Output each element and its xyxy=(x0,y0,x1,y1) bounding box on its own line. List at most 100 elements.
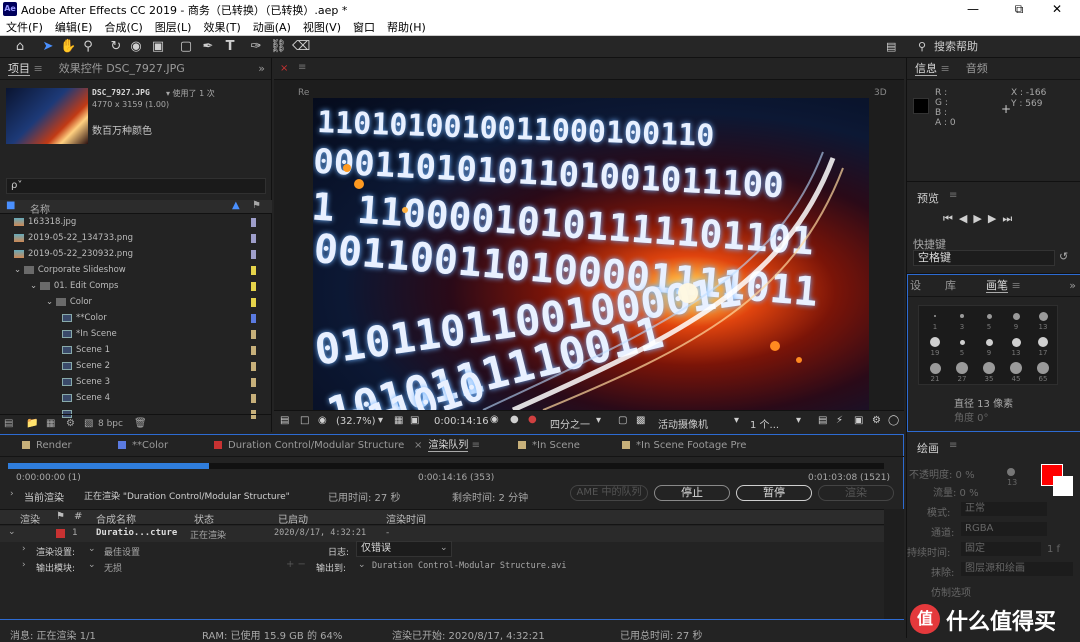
camera-icon[interactable]: ◉ xyxy=(128,39,144,55)
project-search-input[interactable]: ρ˅ xyxy=(6,178,266,194)
region-icon[interactable]: ▣ xyxy=(410,415,419,426)
label-swatch[interactable] xyxy=(251,282,256,291)
bpc-label[interactable]: 8 bpc xyxy=(98,415,123,433)
usage-count[interactable]: ▾ 使用了 1 次 xyxy=(166,88,215,99)
shortcut-dropdown[interactable]: 空格键 xyxy=(913,250,1055,266)
paint-menu-icon[interactable]: ≡ xyxy=(949,440,957,451)
brush-preset[interactable]: 9 xyxy=(977,334,1001,358)
list-item[interactable]: ⌄ 01. Edit Comps xyxy=(0,278,272,294)
new-folder-icon[interactable]: 📁 xyxy=(26,415,38,433)
label-swatch[interactable] xyxy=(251,362,256,371)
chevron-down-icon[interactable]: ⌄ xyxy=(30,281,40,291)
menu-icon[interactable]: ≡ xyxy=(298,62,306,73)
menu-window[interactable]: 窗口 xyxy=(353,19,375,35)
tab-info[interactable]: 信息 ≡ xyxy=(907,58,958,80)
composition-canvas[interactable]: 1101010010011000100110 00011010101101001… xyxy=(313,98,869,410)
tab-library[interactable]: 库 xyxy=(937,275,964,297)
views-chevron-icon[interactable]: ▾ xyxy=(796,415,801,426)
menu-composition[interactable]: 合成(C) xyxy=(104,19,142,35)
duration-frames[interactable]: 1 f xyxy=(1047,544,1060,555)
next-frame-icon[interactable]: ▶ xyxy=(988,212,1002,225)
panel-overflow-icon[interactable]: » xyxy=(1069,279,1080,292)
duration-dropdown[interactable]: 固定 xyxy=(961,542,1041,556)
close-icon[interactable]: ✕ xyxy=(1034,0,1080,18)
add-remove-output-icon[interactable]: + − xyxy=(286,559,306,570)
erase-dropdown[interactable]: 图层源和绘画 xyxy=(961,562,1073,576)
play-icon[interactable]: ▶ xyxy=(973,212,987,225)
label-column-icon[interactable]: ■ xyxy=(6,200,15,211)
fast-preview-icon[interactable]: ⚡ xyxy=(836,415,843,426)
menu-file[interactable]: 文件(F) xyxy=(6,19,43,35)
list-item[interactable]: ⌄ Color xyxy=(0,294,272,310)
menu-layer[interactable]: 图层(L) xyxy=(155,19,192,35)
brush-preset[interactable]: 17 xyxy=(1031,334,1055,358)
brush-preset[interactable]: 13 xyxy=(1031,308,1055,332)
brush-preset[interactable]: 21 xyxy=(923,360,947,384)
label-swatch[interactable] xyxy=(251,378,256,387)
monitor-icon[interactable]: ▤ xyxy=(280,415,289,426)
list-item[interactable]: 2019-05-22_230932.png xyxy=(0,246,272,262)
pan-behind-icon[interactable]: ▣ xyxy=(150,39,166,55)
expand-arrow-icon[interactable]: ⌄ xyxy=(8,527,16,537)
tab-in-scene[interactable]: *In Scene xyxy=(518,435,580,457)
prev-frame-icon[interactable]: ◀ xyxy=(959,212,973,225)
list-item[interactable]: 163318.jpg xyxy=(0,214,272,230)
column-started[interactable]: 已启动 xyxy=(278,511,308,526)
menu-animation[interactable]: 动画(A) xyxy=(253,19,291,35)
scrollbar[interactable] xyxy=(884,509,904,619)
brush-preset[interactable]: 13 xyxy=(1004,334,1028,358)
mode-dropdown[interactable]: 正常 xyxy=(961,502,1047,516)
column-comp-name[interactable]: 合成名称 xyxy=(96,511,136,526)
paint-opacity[interactable]: 不透明度: 0 % xyxy=(909,466,975,481)
brush-preset[interactable]: 35 xyxy=(977,360,1001,384)
label-swatch[interactable] xyxy=(251,266,256,275)
ame-queue-button[interactable]: AME 中的队列 xyxy=(570,485,648,501)
stop-button[interactable]: 停止 xyxy=(654,485,730,501)
menu-effect[interactable]: 效果(T) xyxy=(203,19,240,35)
tab-brushes[interactable]: 画笔 ≡ xyxy=(978,275,1029,297)
close-tab-icon[interactable]: × xyxy=(280,63,288,74)
reset-exposure-icon[interactable]: ◯ xyxy=(888,415,899,426)
list-item[interactable]: Scene 2 xyxy=(0,358,272,374)
label-swatch[interactable] xyxy=(251,234,256,243)
column-render-time[interactable]: 渲染时间 xyxy=(386,511,426,526)
label-swatch[interactable] xyxy=(251,250,256,259)
list-item[interactable]: **Color xyxy=(0,310,272,326)
brush-preset[interactable]: 45 xyxy=(1004,360,1028,384)
roi-icon[interactable]: ▢ xyxy=(618,415,627,426)
hand-icon[interactable]: ✋ xyxy=(60,39,76,55)
expand-arrow-icon[interactable]: › xyxy=(10,489,14,499)
reset-icon[interactable]: ↺ xyxy=(1059,250,1068,263)
column-render[interactable]: 渲染 xyxy=(20,511,40,526)
menu-view[interactable]: 视图(V) xyxy=(303,19,341,35)
list-item[interactable]: *In Scene xyxy=(0,326,272,342)
zoom-dropdown[interactable]: (32.7%) xyxy=(336,416,376,427)
toggle-pixel-icon[interactable]: ▤ xyxy=(818,415,827,426)
tab-effect-controls[interactable]: 效果控件 DSC_7927.JPG xyxy=(51,58,193,80)
column-status[interactable]: 状态 xyxy=(194,511,214,526)
camera-dropdown[interactable]: 活动摄像机 xyxy=(658,416,708,431)
views-dropdown[interactable]: 1 个... xyxy=(750,416,779,431)
selection-arrow-icon[interactable]: ➤ xyxy=(40,39,56,55)
flowchart-icon[interactable]: ⚙ xyxy=(872,415,881,426)
resolution-chevron-icon[interactable]: ▾ xyxy=(596,415,601,426)
rotate-icon[interactable]: ↻ xyxy=(108,39,124,55)
workspace-icon[interactable]: ▤ xyxy=(886,36,896,58)
chevron-down-icon[interactable]: ⌄ xyxy=(358,560,366,570)
grid-icon[interactable]: ▦ xyxy=(394,415,403,426)
label-swatch[interactable] xyxy=(251,394,256,403)
menu-edit[interactable]: 编辑(E) xyxy=(55,19,93,35)
label-swatch[interactable] xyxy=(251,330,256,339)
tab-in-scene-footage[interactable]: *In Scene Footage Pre xyxy=(622,435,746,457)
last-frame-icon[interactable]: ⏭ xyxy=(1002,212,1018,225)
trash-icon[interactable]: 🗑 xyxy=(134,415,147,433)
mask-visibility-icon[interactable]: □ xyxy=(300,415,309,426)
brush-preset[interactable]: 5 xyxy=(950,334,974,358)
pen-icon[interactable]: ✒ xyxy=(200,39,216,55)
expand-arrow-icon[interactable]: › xyxy=(22,560,26,570)
tag-icon[interactable]: ⚑ xyxy=(252,200,261,211)
list-item[interactable]: 2019-05-22_134733.png xyxy=(0,230,272,246)
row-comp-name[interactable]: Duratio...cture xyxy=(96,528,177,538)
preview-menu-icon[interactable]: ≡ xyxy=(949,190,957,201)
eraser-icon[interactable]: ⌫ xyxy=(292,39,310,55)
